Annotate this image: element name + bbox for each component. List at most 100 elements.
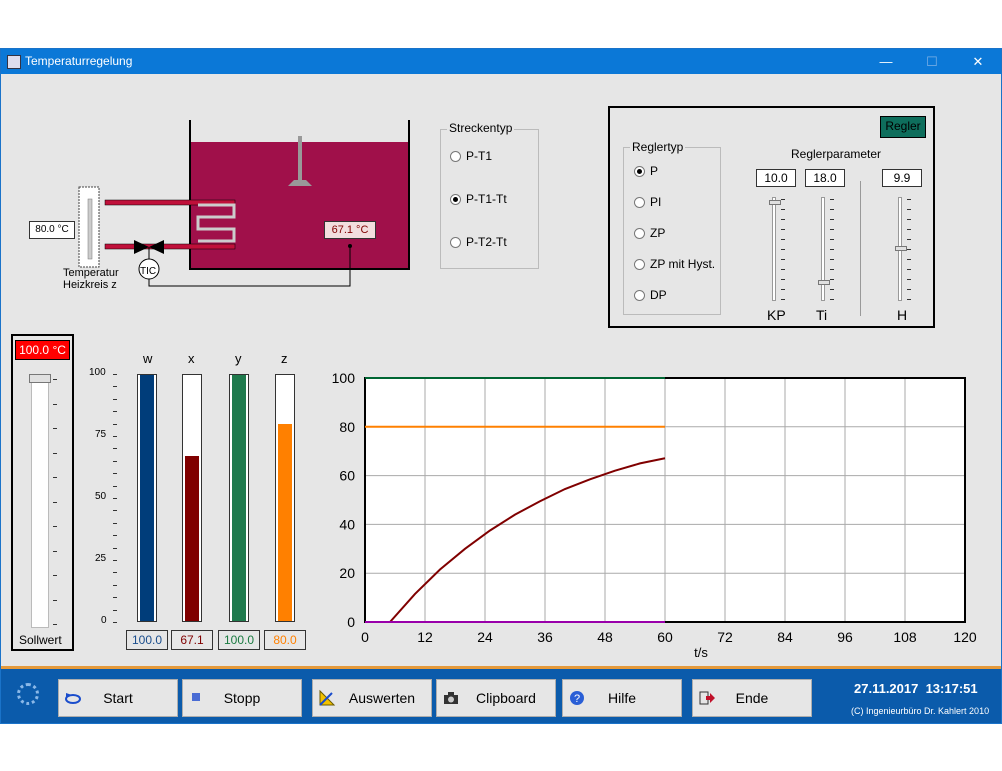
bar-value-x: 67.1 <box>171 630 213 650</box>
bar-axis-tick <box>113 498 117 499</box>
streckentyp-option-0[interactable]: P-T1 <box>466 149 492 163</box>
param-divider <box>860 181 861 316</box>
streckentyp-option-1[interactable]: P-T1-Tt <box>466 192 507 206</box>
param-value-kp[interactable]: 10.0 <box>756 169 796 187</box>
x-tick-label: 72 <box>717 629 733 645</box>
bar-name-y: y <box>235 351 242 366</box>
x-axis-label: t/s <box>694 645 708 660</box>
reglertyp-option-1[interactable]: PI <box>650 195 661 209</box>
heater-temp-display: 80.0 °C <box>29 221 75 239</box>
y-tick-label: 80 <box>339 419 355 435</box>
streckentyp-radio-2[interactable] <box>450 237 461 248</box>
bar-axis-label: 25 <box>95 553 107 564</box>
bar-x <box>182 374 202 622</box>
param-slider-tick <box>781 269 785 270</box>
bar-value-y: 100.0 <box>218 630 260 650</box>
maximize-button[interactable]: ☐ <box>909 49 955 74</box>
sollwert-label: Sollwert <box>19 633 62 647</box>
param-slider-tick <box>907 289 911 290</box>
param-value-ti[interactable]: 18.0 <box>805 169 845 187</box>
sollwert-slider-tick <box>53 379 57 380</box>
reglertyp-option-0[interactable]: P <box>650 164 658 178</box>
param-slider-tick <box>907 279 911 280</box>
bar-z <box>275 374 295 622</box>
x-tick-label: 108 <box>893 629 917 645</box>
param-slider-tick <box>907 269 911 270</box>
param-slider-tick <box>830 249 834 250</box>
param-value-h[interactable]: 9.9 <box>882 169 922 187</box>
param-slider-tick <box>830 239 834 240</box>
trend-chart: 0 12 24 36 48 60 72 84 96 108 120 0 20 40 60 80 100 t/s <box>332 370 977 660</box>
param-slider-tick <box>830 229 834 230</box>
bar-axis-tick <box>113 436 117 437</box>
y-tick-label: 100 <box>332 370 356 386</box>
ende-button[interactable]: Ende <box>692 679 812 717</box>
param-slider-tick <box>907 209 911 210</box>
sollwert-slider-tick <box>53 526 57 527</box>
param-slider-thumb-h[interactable] <box>895 246 907 251</box>
param-slider-thumb-ti[interactable] <box>818 280 830 286</box>
param-slider-tick <box>830 279 834 280</box>
hilfe-label: Hilfe <box>607 690 636 706</box>
tic-label: TIC <box>140 266 157 277</box>
reglertyp-radio-2[interactable] <box>634 228 645 239</box>
param-slider-tick <box>907 229 911 230</box>
reglertyp-radio-1[interactable] <box>634 197 645 208</box>
y-tick-label: 20 <box>339 565 355 581</box>
param-slider-tick <box>781 219 785 220</box>
param-slider-tick <box>907 199 911 200</box>
streckentyp-option-2[interactable]: P-T2-Tt <box>466 235 507 249</box>
sollwert-slider-thumb[interactable] <box>29 374 51 383</box>
param-slider-thumb-kp[interactable] <box>769 199 781 205</box>
bar-axis-tick <box>113 473 117 475</box>
param-slider-track-ti[interactable] <box>821 197 825 301</box>
y-tick-label: 60 <box>339 468 355 484</box>
param-slider-tick <box>781 279 785 280</box>
streckentyp-title: Streckentyp <box>447 121 515 135</box>
heater-label-line2: Heizkreis z <box>63 279 117 291</box>
reglertyp-radio-4[interactable] <box>634 290 645 301</box>
regler-button[interactable]: Regler <box>880 116 926 138</box>
param-slider-tick <box>907 259 911 260</box>
param-slider-tick <box>830 209 834 210</box>
sollwert-slider-track[interactable] <box>31 374 49 628</box>
hilfe-button[interactable]: ? Hilfe <box>562 679 682 717</box>
auswerten-label: Auswerten <box>348 690 416 706</box>
param-label-h: H <box>897 307 908 323</box>
param-slider-tick <box>907 299 911 300</box>
bar-axis-tick <box>113 597 117 599</box>
param-slider-tick <box>781 199 785 200</box>
param-slider-track-kp[interactable] <box>772 197 776 301</box>
streckentyp-radio-0[interactable] <box>450 151 461 162</box>
start-button[interactable]: Start <box>58 679 178 717</box>
bar-fill-y <box>232 375 246 621</box>
x-tick-label: 120 <box>953 629 977 645</box>
title-bar: Temperaturregelung — ☐ ✕ <box>1 49 1001 74</box>
stopp-button[interactable]: Stopp <box>182 679 302 717</box>
bar-axis-tick <box>113 448 117 450</box>
window-title: Temperaturregelung <box>25 54 133 68</box>
param-slider-tick <box>907 219 911 220</box>
bar-axis-tick <box>113 584 117 586</box>
bar-axis-tick <box>113 398 117 400</box>
sollwert-display: 100.0 °C <box>15 340 70 360</box>
reglertyp-option-3[interactable]: ZP mit Hyst. <box>650 257 715 271</box>
clipboard-button[interactable]: Clipboard <box>436 679 556 717</box>
bar-axis-label: 0 <box>101 615 107 626</box>
bar-value-z: 80.0 <box>264 630 306 650</box>
x-tick-label: 48 <box>597 629 613 645</box>
auswerten-button[interactable]: Auswerten <box>312 679 432 717</box>
reglertyp-radio-3[interactable] <box>634 259 645 270</box>
reglertyp-option-4[interactable]: DP <box>650 288 667 302</box>
reglertyp-option-2[interactable]: ZP <box>650 226 665 240</box>
bar-axis-tick <box>113 510 117 512</box>
close-button[interactable]: ✕ <box>955 49 1001 74</box>
streckentyp-radio-1[interactable] <box>450 194 461 205</box>
reglertyp-radio-0[interactable] <box>634 166 645 177</box>
bar-axis-tick <box>113 374 117 375</box>
bar-axis-tick <box>113 535 117 537</box>
bar-value-text-w: 100.0 <box>131 633 163 647</box>
minimize-button[interactable]: — <box>863 49 909 74</box>
param-label-ti: Ti <box>816 307 828 323</box>
ende-label: Ende <box>735 690 769 706</box>
